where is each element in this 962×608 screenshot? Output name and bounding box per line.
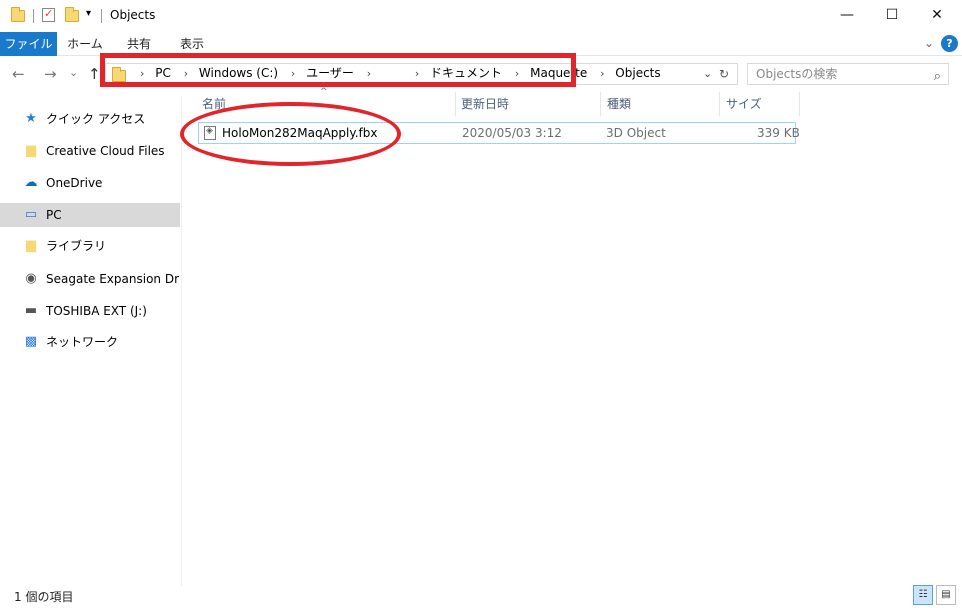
creative-cloud-folder-icon: ▆ <box>26 143 36 158</box>
toolbar-separator <box>33 9 34 23</box>
address-row: ← → ⌄ ↑ › PC › Windows (C:) › ユーザー › › ド… <box>0 53 962 91</box>
help-icon[interactable]: ? <box>941 35 958 52</box>
up-icon[interactable]: ↑ <box>88 65 101 83</box>
details-view-button[interactable]: ☷ <box>913 585 933 605</box>
refresh-icon[interactable]: ↻ <box>717 67 731 81</box>
computer-icon: ▭ <box>24 207 38 222</box>
new-folder-icon[interactable] <box>65 7 79 22</box>
address-dropdown-icon[interactable]: ⌄ <box>703 67 712 80</box>
breadcrumb-separator: › <box>600 67 605 80</box>
sort-indicator-icon: ^ <box>320 87 328 97</box>
sidebar-item-label: TOSHIBA EXT (J:) <box>46 304 147 318</box>
column-divider[interactable] <box>719 92 720 116</box>
search-placeholder: Objectsの検索 <box>756 67 838 81</box>
file-highlight-annotation <box>180 102 401 166</box>
column-divider[interactable] <box>455 92 456 116</box>
status-item-count: 1 個の項目 <box>14 590 74 604</box>
address-highlight-annotation <box>100 53 576 87</box>
sidebar-item-toshiba[interactable]: ▬ TOSHIBA EXT (J:) <box>0 299 180 323</box>
sidebar-item-pc[interactable]: ▭ PC <box>0 203 180 227</box>
sidebar-item-label: PC <box>46 208 62 222</box>
search-input[interactable]: Objectsの検索 ⌕ <box>747 63 949 85</box>
column-header-date[interactable]: 更新日時 <box>461 94 509 116</box>
title-bar: ▾ Objects — ☐ ✕ <box>0 0 962 32</box>
large-icons-view-button[interactable]: ▤ <box>936 585 956 605</box>
tab-file[interactable]: ファイル <box>0 32 57 56</box>
file-modified: 2020/05/03 3:12 <box>462 126 562 140</box>
search-icon[interactable]: ⌕ <box>934 67 941 87</box>
title-separator <box>101 9 102 23</box>
library-icon: ▆ <box>26 238 36 253</box>
breadcrumb-objects[interactable]: Objects <box>615 63 660 83</box>
usb-drive-icon: ▬ <box>24 303 38 318</box>
sidebar-item-label: OneDrive <box>46 176 103 190</box>
sidebar-item-label: Creative Cloud Files <box>46 144 165 158</box>
sidebar-item-network[interactable]: ▩ ネットワーク <box>0 330 180 354</box>
maximize-button[interactable]: ☐ <box>869 0 915 30</box>
file-size: 339 KB <box>757 126 800 140</box>
sidebar-item-label: ライブラリ <box>46 239 107 253</box>
sidebar-item-label: ネットワーク <box>46 335 119 349</box>
properties-icon[interactable] <box>42 7 55 22</box>
sidebar-item-quick-access[interactable]: ★ クイック アクセス <box>0 107 180 131</box>
ribbon-expand-icon[interactable]: ⌄ <box>924 36 934 50</box>
column-divider[interactable] <box>799 92 800 116</box>
forward-icon[interactable]: → <box>44 65 57 83</box>
navigation-pane: ★ クイック アクセス ▆ Creative Cloud Files ☁ One… <box>0 96 182 586</box>
quick-access-toolbar-dropdown-icon[interactable]: ▾ <box>86 8 91 19</box>
sidebar-item-seagate[interactable]: ◉ Seagate Expansion Drive ( <box>0 267 180 291</box>
folder-icon[interactable] <box>11 7 25 22</box>
file-type: 3D Object <box>606 126 666 140</box>
sidebar-item-libraries[interactable]: ▆ ライブラリ <box>0 234 180 258</box>
window-title: Objects <box>110 8 156 22</box>
network-icon: ▩ <box>24 334 38 349</box>
back-icon[interactable]: ← <box>12 65 25 83</box>
column-divider[interactable] <box>600 92 601 116</box>
recent-locations-icon[interactable]: ⌄ <box>69 66 78 79</box>
close-button[interactable]: ✕ <box>914 0 960 30</box>
sidebar-item-onedrive[interactable]: ☁ OneDrive <box>0 171 180 195</box>
drive-icon: ◉ <box>25 271 37 286</box>
star-icon: ★ <box>25 111 37 126</box>
sidebar-item-label: Seagate Expansion Drive ( <box>46 272 180 286</box>
cloud-icon: ☁ <box>24 175 38 190</box>
sidebar-item-label: クイック アクセス <box>46 112 146 126</box>
sidebar-item-creative-cloud[interactable]: ▆ Creative Cloud Files <box>0 139 180 163</box>
column-header-type[interactable]: 種類 <box>607 94 631 116</box>
minimize-button[interactable]: — <box>824 0 870 30</box>
column-header-size[interactable]: サイズ <box>726 94 762 116</box>
